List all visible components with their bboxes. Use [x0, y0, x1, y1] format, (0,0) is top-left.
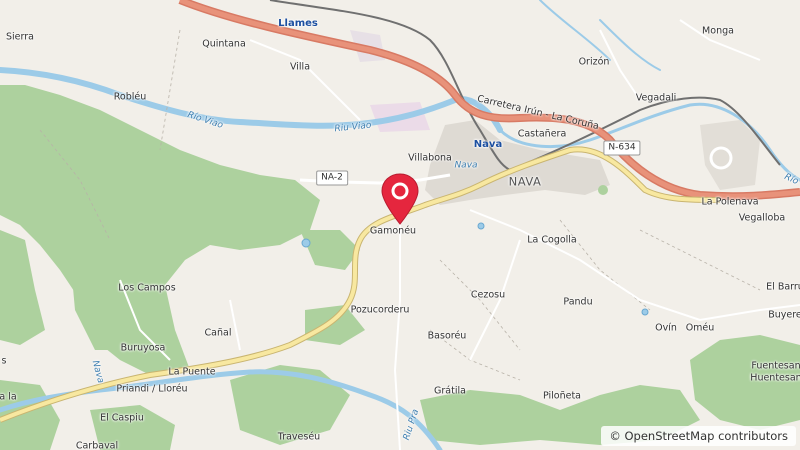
- place-label-los-campos: Los Campos: [118, 282, 176, 294]
- place-label-buruyosa: Buruyosa: [120, 342, 166, 354]
- map-pin-icon[interactable]: [380, 172, 420, 226]
- place-label-a-la: a la: [0, 391, 17, 403]
- place-label-pozucorderu: Pozucorderu: [350, 304, 410, 316]
- road-shield-n634: N-634: [603, 140, 641, 156]
- place-label-monga: Monga: [702, 25, 734, 37]
- place-label-piloneta: Piloñeta: [542, 390, 582, 402]
- place-label-fuentesanta: Fuentesan: [751, 360, 800, 372]
- river-label-nava-small: Nava: [454, 160, 478, 171]
- place-label-quintana: Quintana: [202, 38, 246, 50]
- place-label-omeu: Oméu: [685, 322, 715, 334]
- road-shield-na2: NA-2: [316, 170, 348, 186]
- place-label-la-puente: La Puente: [168, 366, 216, 378]
- place-label-pandu: Pandu: [563, 296, 593, 308]
- map-canvas[interactable]: Sierra Quintana Llames Monga Villa Orizó…: [0, 0, 800, 450]
- place-label-el-barru: El Barru: [766, 281, 800, 293]
- place-label-cezosu: Cezosu: [470, 289, 506, 301]
- place-label-villa: Villa: [289, 61, 311, 73]
- place-label-traveseu: Traveséu: [277, 431, 321, 443]
- attribution-link[interactable]: OpenStreetMap contributors: [624, 429, 788, 443]
- place-label-castanera: Castañera: [517, 128, 567, 140]
- place-label-gamoneu: Gamonéu: [369, 225, 417, 237]
- place-label-robleu: Robléu: [113, 91, 147, 103]
- attribution: © OpenStreetMap contributors: [601, 426, 796, 446]
- place-label-ovin: Ovín: [655, 322, 677, 334]
- station-label-nava: Nava: [473, 139, 503, 150]
- place-label-vegalloba: Vegalloba: [738, 212, 786, 224]
- place-label-la-polenava: La Polenava: [701, 196, 759, 208]
- place-label-orizon: Orizón: [578, 56, 610, 68]
- place-label-la-cogolla: La Cogolla: [527, 234, 577, 246]
- place-label-gratila: Grátila: [434, 385, 466, 397]
- place-label-el-caspiu: El Caspiu: [100, 412, 144, 424]
- station-label-llames: Llames: [278, 18, 318, 29]
- place-label-villabona: Villabona: [408, 152, 452, 164]
- place-label-canal: Cañal: [204, 327, 232, 339]
- place-label-vegadali: Vegadali: [635, 92, 677, 104]
- place-label-basoreu: Basoréu: [427, 330, 467, 342]
- town-label-nava: NAVA: [508, 174, 542, 189]
- place-label-buyere: Buyere: [768, 309, 800, 321]
- place-label-carbaval: Carbaval: [75, 440, 119, 450]
- place-label-sierra: Sierra: [6, 31, 34, 43]
- copyright-symbol: ©: [609, 429, 621, 443]
- place-label-priandi: Priandi / Lloréu: [116, 383, 188, 395]
- place-label-s: s: [1, 355, 7, 367]
- place-label-huentesanta: Huentesan: [750, 372, 800, 384]
- pond-icon: [301, 238, 311, 248]
